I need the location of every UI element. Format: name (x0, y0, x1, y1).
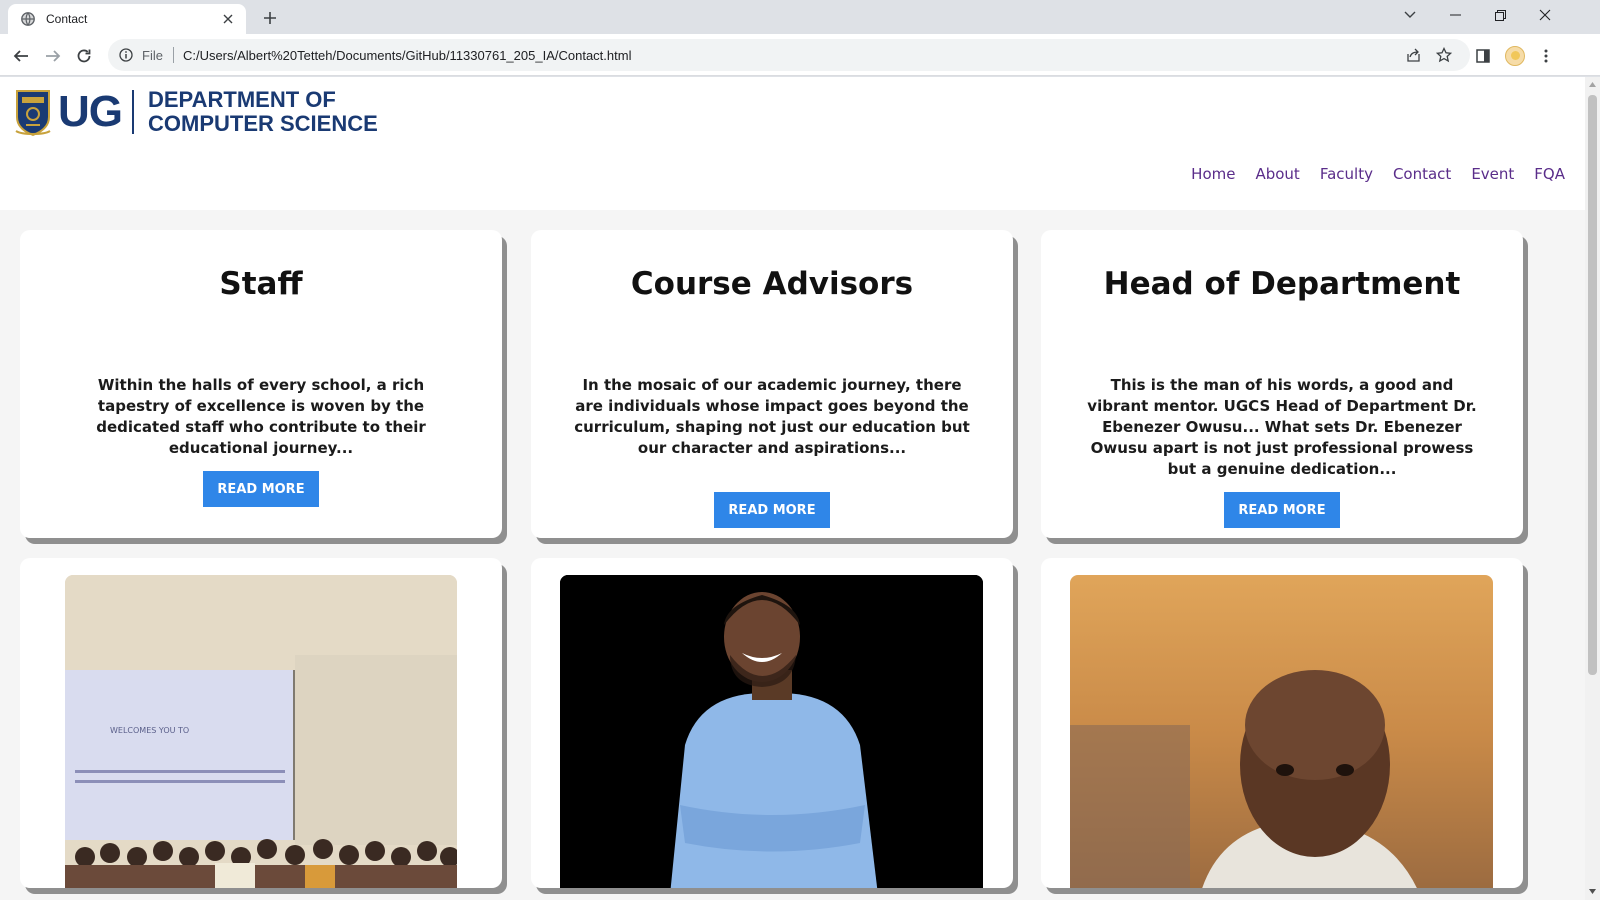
close-icon[interactable] (220, 11, 236, 27)
scrollbar-thumb[interactable] (1588, 95, 1597, 675)
address-divider (172, 47, 174, 63)
read-more-button[interactable]: READ MORE (714, 492, 830, 528)
address-scheme-label: File (142, 47, 163, 63)
nav-link-fqa[interactable]: FQA (1534, 165, 1565, 183)
card-text: Within the halls of every school, a rich… (96, 376, 426, 457)
nav-link-contact[interactable]: Contact (1393, 165, 1451, 183)
browser-toolbar: File C:/Users/Albert%20Tetteh/Documents/… (0, 34, 1600, 76)
card-title: Course Advisors (630, 266, 914, 302)
address-bar[interactable]: File C:/Users/Albert%20Tetteh/Documents/… (108, 39, 1470, 71)
new-tab-button[interactable] (258, 6, 282, 30)
card-title: Head of Department (1103, 266, 1461, 302)
read-more-button[interactable]: READ MORE (203, 471, 319, 507)
nav-link-faculty[interactable]: Faculty (1320, 165, 1373, 183)
logo-department-text: DEPARTMENT OF COMPUTER SCIENCE (148, 88, 378, 136)
reload-button[interactable] (70, 42, 98, 70)
back-button[interactable] (7, 42, 35, 70)
course-advisor-photo (560, 575, 983, 888)
logo-divider (132, 90, 134, 134)
logo-line-1: DEPARTMENT OF (148, 87, 336, 112)
nav-link-home[interactable]: Home (1191, 165, 1235, 183)
slide-text: WELCOMES YOU TO (110, 726, 189, 735)
card-title: Staff (219, 266, 303, 302)
head-of-department-photo (1070, 575, 1493, 888)
side-panel-icon[interactable] (1469, 42, 1497, 70)
tab-search-chevron-icon[interactable] (1388, 0, 1432, 30)
browser-tab[interactable]: Contact (8, 4, 246, 34)
course-advisors-card: Course Advisors In the mosaic of our aca… (531, 230, 1013, 538)
nav-link-about[interactable]: About (1255, 165, 1299, 183)
staff-card: Staff Within the halls of every school, … (20, 230, 502, 538)
site-header: UG DEPARTMENT OF COMPUTER SCIENCE Home A… (0, 77, 1585, 210)
staff-group-photo: WELCOMES YOU TO (65, 575, 457, 888)
forward-button[interactable] (39, 42, 67, 70)
scroll-down-arrow-icon[interactable] (1588, 887, 1597, 896)
window-close-button[interactable] (1523, 0, 1567, 30)
browser-tab-strip: Contact (0, 0, 1600, 34)
ug-crest-icon (15, 90, 51, 137)
scroll-up-arrow-icon[interactable] (1588, 80, 1597, 89)
info-icon[interactable] (118, 47, 134, 63)
globe-icon (20, 11, 36, 27)
minimize-button[interactable] (1433, 0, 1477, 30)
tab-title: Contact (46, 12, 88, 26)
card-text: This is the man of his words, a good and… (1087, 376, 1477, 478)
page-viewport: UG DEPARTMENT OF COMPUTER SCIENCE Home A… (0, 77, 1585, 900)
address-url[interactable]: C:/Users/Albert%20Tetteh/Documents/GitHu… (183, 48, 1470, 63)
kebab-menu-icon[interactable] (1532, 42, 1560, 70)
logo-ug-text: UG (58, 87, 123, 136)
department-logo[interactable]: UG DEPARTMENT OF COMPUTER SCIENCE (14, 85, 378, 139)
staff-photo-card: WELCOMES YOU TO (20, 558, 502, 888)
head-of-department-card: Head of Department This is the man of hi… (1041, 230, 1523, 538)
head-of-department-photo-card (1041, 558, 1523, 888)
course-advisor-photo-card (531, 558, 1013, 888)
read-more-button[interactable]: READ MORE (1224, 492, 1340, 528)
restore-button[interactable] (1478, 0, 1522, 30)
logo-line-2: COMPUTER SCIENCE (148, 111, 378, 136)
card-text: In the mosaic of our academic journey, t… (574, 376, 970, 457)
profile-avatar[interactable] (1501, 42, 1529, 70)
share-icon[interactable] (1405, 47, 1421, 63)
bookmark-star-icon[interactable] (1436, 47, 1452, 63)
main-nav: Home About Faculty Contact Event FQA (1191, 165, 1585, 183)
nav-link-event[interactable]: Event (1471, 165, 1514, 183)
page-scrollbar[interactable] (1585, 77, 1600, 900)
